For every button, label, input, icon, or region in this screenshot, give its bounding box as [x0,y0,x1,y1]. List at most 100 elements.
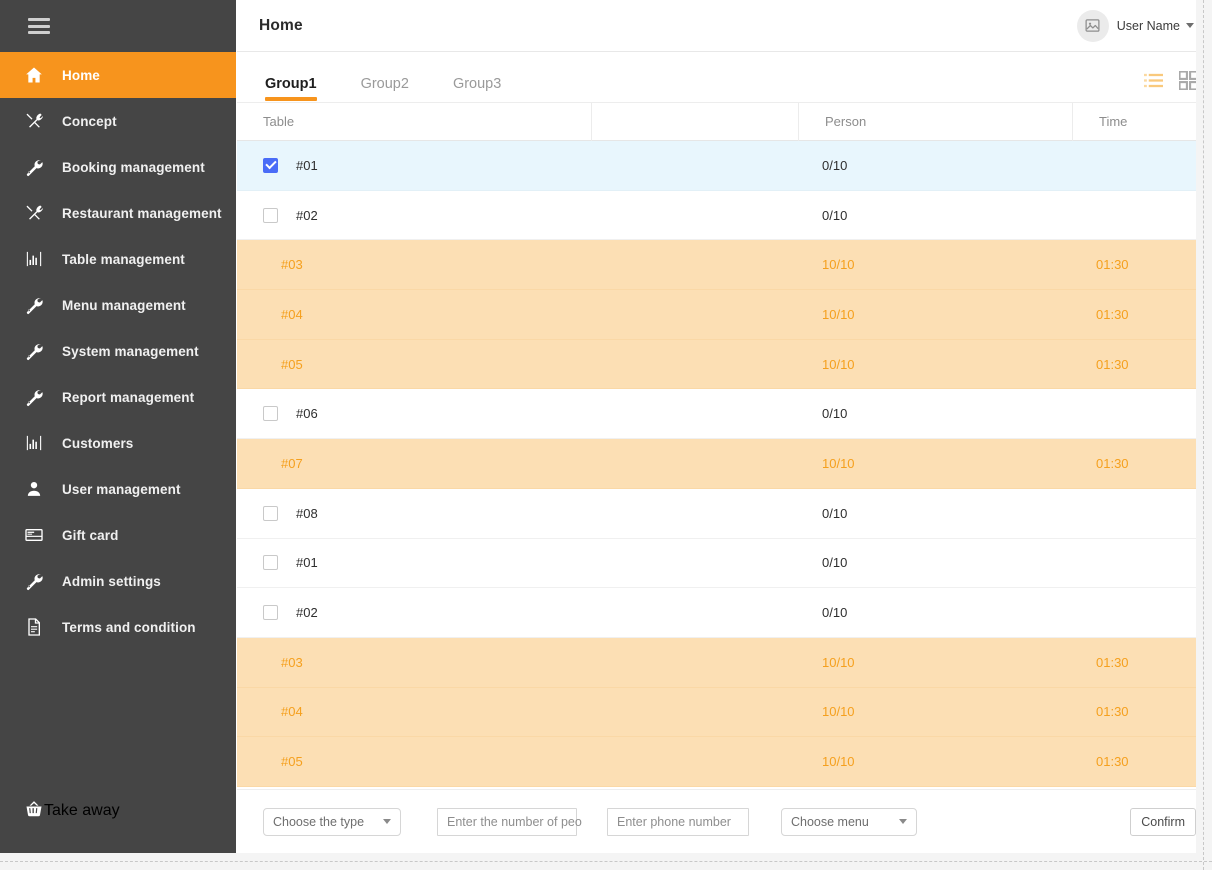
table-row[interactable]: #03 10/10 01:30 [237,240,1212,291]
app-root: Home Concept Booking management Restaurant … [0,0,1212,870]
sidebar-item-admin-settings[interactable]: Admin settings [0,558,236,604]
table-number: #03 [281,257,303,273]
chevron-down-icon [383,819,391,824]
cell-person: 0/10 [822,505,848,521]
table-row[interactable]: #01 0/10 [237,538,1212,589]
sidebar-item-label: Booking management [62,159,205,175]
view-toggle-group [1144,71,1198,102]
cell-table: #01 [237,141,591,190]
column-header-time: Time [1072,103,1212,141]
tab-group3[interactable]: Group3 [431,76,523,102]
confirm-button[interactable]: Confirm [1130,807,1196,836]
cell-spacer [591,638,798,687]
avatar [1076,9,1109,42]
person-icon [24,479,54,499]
sidebar-item-label: Terms and condition [62,619,196,635]
hamburger-icon[interactable] [28,18,50,34]
wrench-icon [24,295,54,315]
row-checkbox[interactable] [263,555,278,571]
cell-table: #04 [237,688,591,737]
sidebar-item-label: Report management [62,389,195,405]
sidebar-item-menu-management[interactable]: Menu management [0,282,236,328]
cell-person: 10/10 [822,704,855,720]
basket-icon [24,799,44,824]
cell-time: 01:30 [1096,306,1129,322]
sidebar-item-concept[interactable]: Concept [0,98,236,144]
table-row[interactable]: #05 10/10 01:30 [237,339,1212,390]
tab-bar: Group1 Group2 Group3 [237,52,1212,102]
table-row[interactable]: #06 0/10 [237,389,1212,440]
cell-time: 01:30 [1096,257,1129,273]
table-row[interactable]: #04 10/10 01:30 [237,290,1212,340]
sidebar-item-user-management[interactable]: User management [0,466,236,512]
table-number: #06 [296,406,318,422]
cell-spacer [591,191,798,240]
chevron-down-icon [899,819,907,824]
sidebar-item-customers[interactable]: Customers [0,420,236,466]
sidebar-item-label: Home [62,67,100,83]
row-checkbox[interactable] [263,505,278,521]
cell-spacer [591,340,798,389]
sidebar-item-terms-and-condition[interactable]: Terms and condition [0,604,236,650]
cell-spacer [591,539,798,588]
phone-number-input[interactable]: Enter phone number [607,807,749,836]
table-row[interactable]: #05 10/10 01:30 [237,737,1212,787]
type-select[interactable]: Choose the type [263,807,401,836]
menu-select-value: Choose menu [791,814,869,829]
table-row[interactable]: #04 10/10 01:30 [237,687,1212,738]
document-icon [24,617,54,637]
sidebar-nav: Home Concept Booking management Restaurant … [0,52,236,769]
cell-table: #02 [237,588,591,637]
main-content: Home User Name Group1 Group2 Group3 Tabl… [236,0,1212,853]
card-icon [24,525,54,545]
menu-select[interactable]: Choose menu [781,807,917,836]
people-count-input[interactable]: Enter the number of peo [437,807,582,836]
people-count-placeholder: Enter the number of peo [447,814,582,829]
cell-time [1072,191,1212,240]
sidebar-item-system-management[interactable]: System management [0,328,236,374]
wrench-icon [24,157,54,177]
sidebar-item-label: Admin settings [62,573,161,589]
list-icon[interactable] [1144,72,1163,89]
cell-table: #03 [237,638,591,687]
tab-group1[interactable]: Group1 [237,76,339,102]
table-row[interactable]: #02 0/10 [237,190,1212,241]
sidebar-item-booking-management[interactable]: Booking management [0,144,236,190]
sidebar-item-take-away[interactable]: Take away [0,769,236,853]
tab-group2[interactable]: Group2 [339,76,431,102]
sidebar-item-label: Gift card [62,527,119,543]
table-row[interactable]: #01 0/10 [237,141,1212,191]
sidebar-item-label: Concept [62,113,117,129]
table-number: #02 [296,605,318,621]
cell-time: 01:30 [1096,654,1129,670]
sidebar-item-gift-card[interactable]: Gift card [0,512,236,558]
table-container: Table Person Time #01 0/10 #02 0/10 #03 10/10… [237,102,1212,789]
row-checkbox[interactable] [263,207,278,223]
cell-spacer [591,290,798,339]
row-checkbox[interactable] [263,406,278,422]
row-checkbox[interactable] [263,157,278,173]
table-number: #07 [281,455,303,471]
sidebar-item-label: Table management [62,251,185,267]
table-number: #05 [281,754,303,770]
cell-person: 10/10 [822,306,855,322]
table-body: #01 0/10 #02 0/10 #03 10/10 01:30 #04 10/10 01:30… [237,141,1212,787]
cell-person: 0/10 [822,207,848,223]
sidebar-item-report-management[interactable]: Report management [0,374,236,420]
sidebar-item-table-management[interactable]: Table management [0,236,236,282]
cell-person: 10/10 [822,356,855,372]
cell-table: #05 [237,737,591,786]
table-row[interactable]: #03 10/10 01:30 [237,637,1212,688]
table-number: #05 [281,356,303,372]
sidebar-item-home[interactable]: Home [0,52,236,98]
row-checkbox[interactable] [263,605,278,621]
cell-spacer [591,489,798,538]
table-row[interactable]: #07 10/10 01:30 [237,439,1212,489]
sidebar-item-restaurant-management[interactable]: Restaurant management [0,190,236,236]
cell-spacer [591,588,798,637]
table-row[interactable]: #08 0/10 [237,488,1212,539]
table-number: #04 [281,704,303,720]
cell-spacer [591,737,798,786]
table-row[interactable]: #02 0/10 [237,588,1212,638]
user-menu[interactable]: User Name [1076,9,1198,42]
